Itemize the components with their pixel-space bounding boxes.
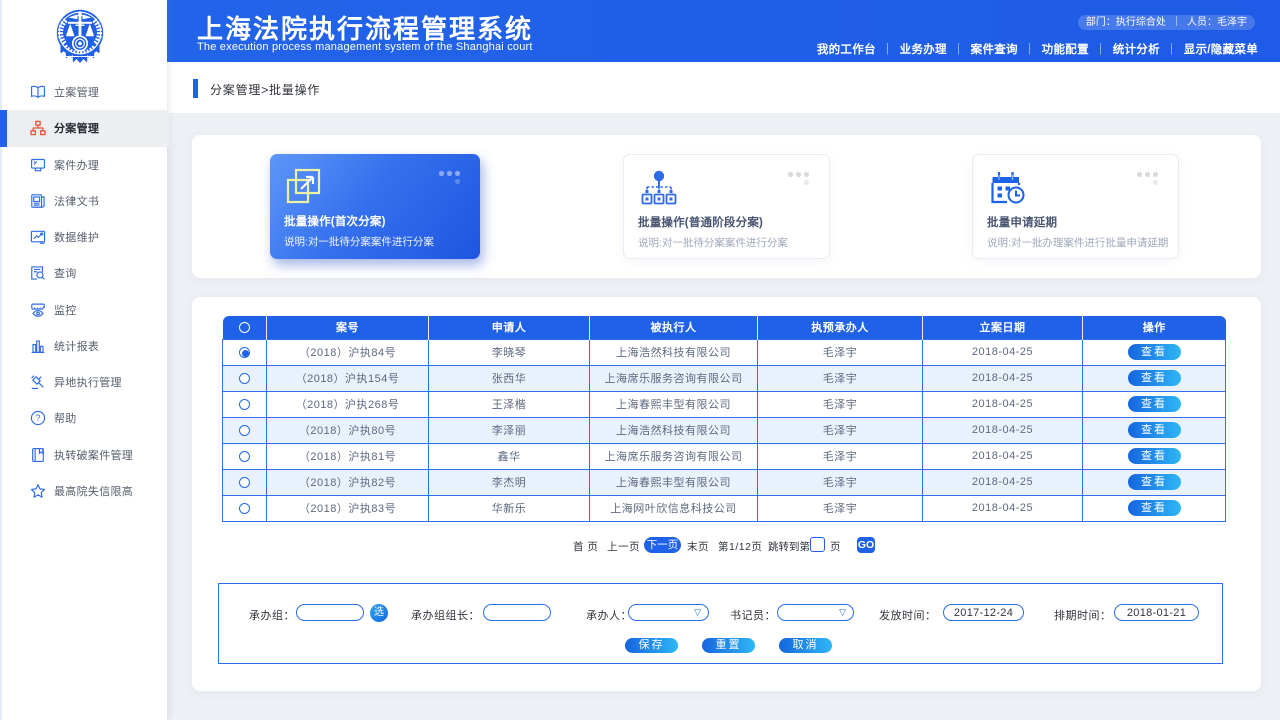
svg-text:?: ? bbox=[36, 414, 41, 424]
